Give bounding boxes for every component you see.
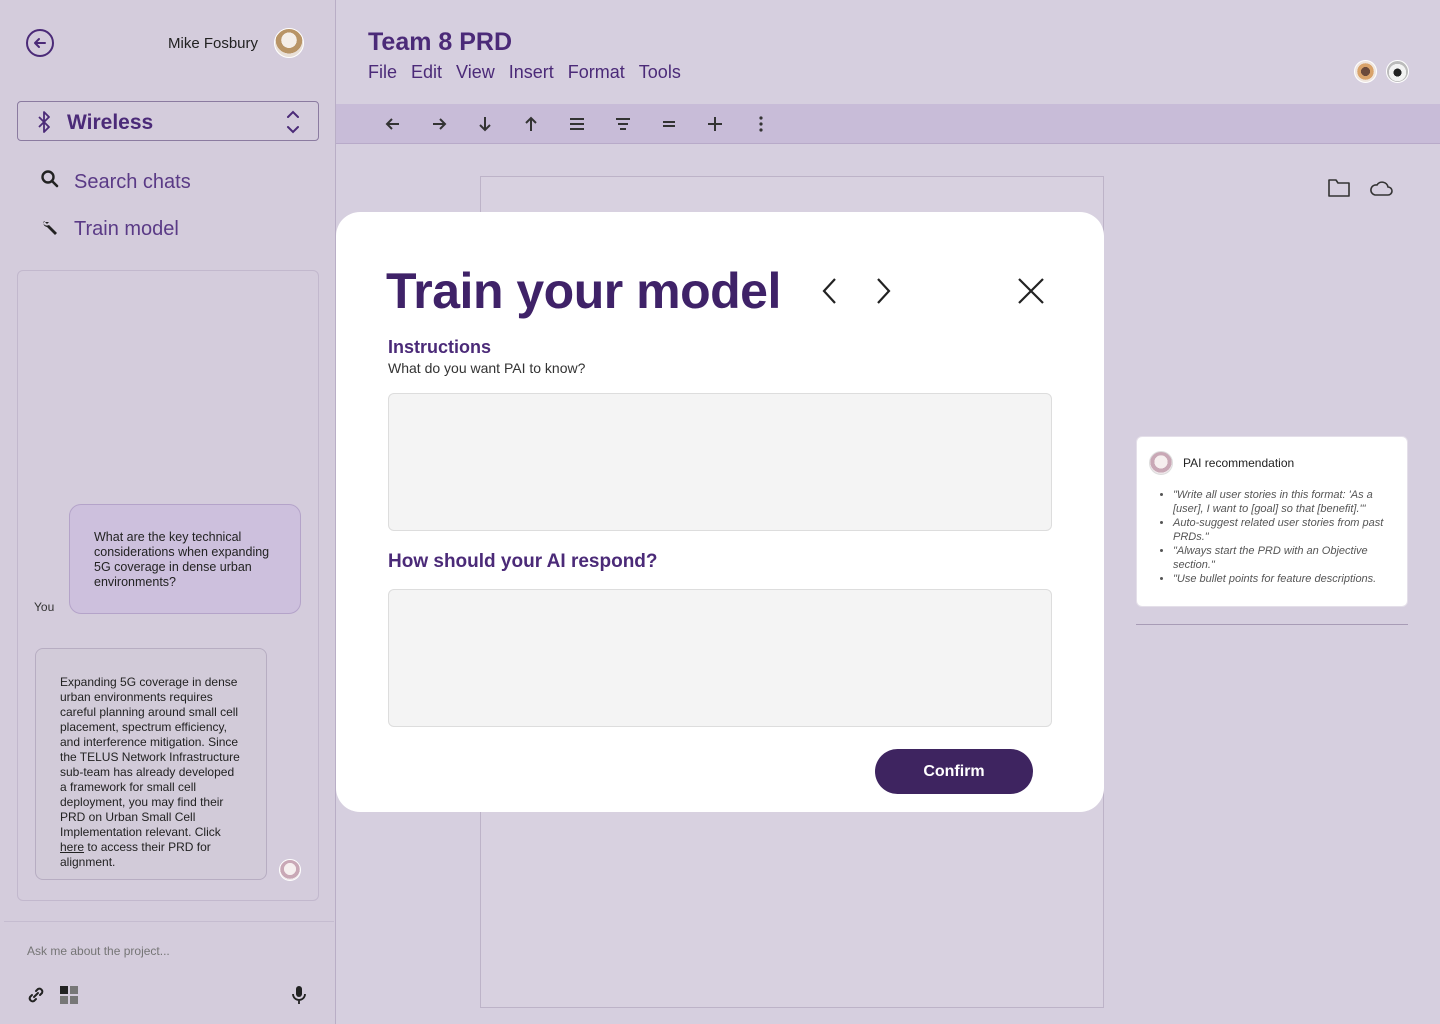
ai-message-text: Expanding 5G coverage in dense urban env…	[60, 675, 240, 839]
menu-file[interactable]: File	[368, 62, 397, 83]
user-avatar[interactable]	[274, 28, 304, 58]
instructions-field[interactable]	[388, 393, 1052, 531]
align-center-icon[interactable]	[600, 115, 646, 133]
arrow-up-icon[interactable]	[508, 115, 554, 133]
user-name: Mike Fosbury	[168, 35, 259, 52]
pai-recommendation-card: PAI recommendation "Write all user stori…	[1136, 436, 1408, 607]
menu-view[interactable]: View	[456, 62, 495, 83]
user-message-bubble: What are the key technical consideration…	[69, 504, 301, 614]
menu-edit[interactable]: Edit	[411, 62, 442, 83]
bluetooth-icon	[36, 110, 52, 139]
chevron-right-icon[interactable]	[870, 276, 896, 311]
instructions-heading: Instructions	[388, 337, 492, 357]
menu-insert[interactable]: Insert	[509, 62, 554, 83]
network-select[interactable]: Wireless	[17, 101, 319, 141]
apps-icon[interactable]	[59, 985, 79, 1010]
menu-format[interactable]: Format	[568, 62, 625, 83]
recommendation-item: "Use bullet points for feature descripti…	[1173, 572, 1399, 586]
back-arrow-icon[interactable]	[26, 29, 54, 57]
ai-message-bubble: Expanding 5G coverage in dense urban env…	[35, 648, 267, 880]
chevron-up-down-icon	[286, 109, 300, 140]
pai-avatar	[1149, 451, 1173, 475]
respond-heading: How should your AI respond?	[388, 551, 658, 572]
folder-icon[interactable]	[1327, 176, 1351, 203]
more-vertical-icon[interactable]	[738, 115, 784, 133]
arrow-right-icon[interactable]	[416, 115, 462, 133]
cloud-icon[interactable]	[1368, 178, 1394, 203]
align-justify-icon[interactable]	[554, 115, 600, 133]
recommendation-item: "Always start the PRD with an Objective …	[1173, 544, 1399, 572]
collaborator-avatar[interactable]	[1354, 60, 1377, 83]
arrow-left-icon[interactable]	[370, 115, 416, 133]
sidebar-divider	[4, 921, 334, 922]
recommendation-list: "Write all user stories in this format: …	[1173, 488, 1399, 586]
equals-icon[interactable]	[646, 115, 692, 133]
confirm-button[interactable]: Confirm	[875, 749, 1033, 794]
recommendation-title: PAI recommendation	[1183, 456, 1295, 470]
microphone-icon[interactable]	[290, 985, 308, 1010]
pai-avatar	[279, 859, 301, 881]
toolbar	[336, 104, 1440, 144]
train-model-modal: Train your model Instructions What do yo…	[336, 212, 1104, 812]
document-title: Team 8 PRD	[368, 28, 513, 56]
collaborator-avatar[interactable]	[1386, 60, 1409, 83]
instructions-subtitle: What do you want PAI to know?	[388, 360, 586, 376]
recommendation-item: Auto-suggest related user stories from p…	[1173, 516, 1399, 544]
recommendation-item: "Write all user stories in this format: …	[1173, 488, 1399, 516]
modal-title: Train your model	[386, 263, 781, 319]
you-label: You	[34, 600, 55, 614]
arrow-down-icon[interactable]	[462, 115, 508, 133]
close-icon[interactable]	[1016, 276, 1046, 311]
search-icon	[40, 169, 60, 195]
nav-search-chats-label: Search chats	[74, 170, 191, 193]
nav-train-model[interactable]: Train model	[40, 216, 179, 242]
menu-tools[interactable]: Tools	[639, 62, 681, 83]
plus-icon[interactable]	[692, 115, 738, 133]
respond-field[interactable]	[388, 589, 1052, 727]
chat-input[interactable]	[27, 944, 287, 958]
ai-message-link[interactable]: here	[60, 840, 84, 854]
menu-bar: File Edit View Insert Format Tools	[368, 62, 695, 83]
nav-search-chats[interactable]: Search chats	[40, 169, 191, 195]
nav-train-model-label: Train model	[74, 217, 179, 240]
wrench-icon	[40, 216, 60, 242]
network-select-label: Wireless	[67, 111, 154, 134]
chevron-left-icon[interactable]	[818, 276, 844, 311]
link-icon[interactable]	[26, 985, 46, 1010]
divider	[1136, 624, 1408, 625]
sidebar: Mike Fosbury Wireless Search chats Train…	[0, 0, 336, 1024]
